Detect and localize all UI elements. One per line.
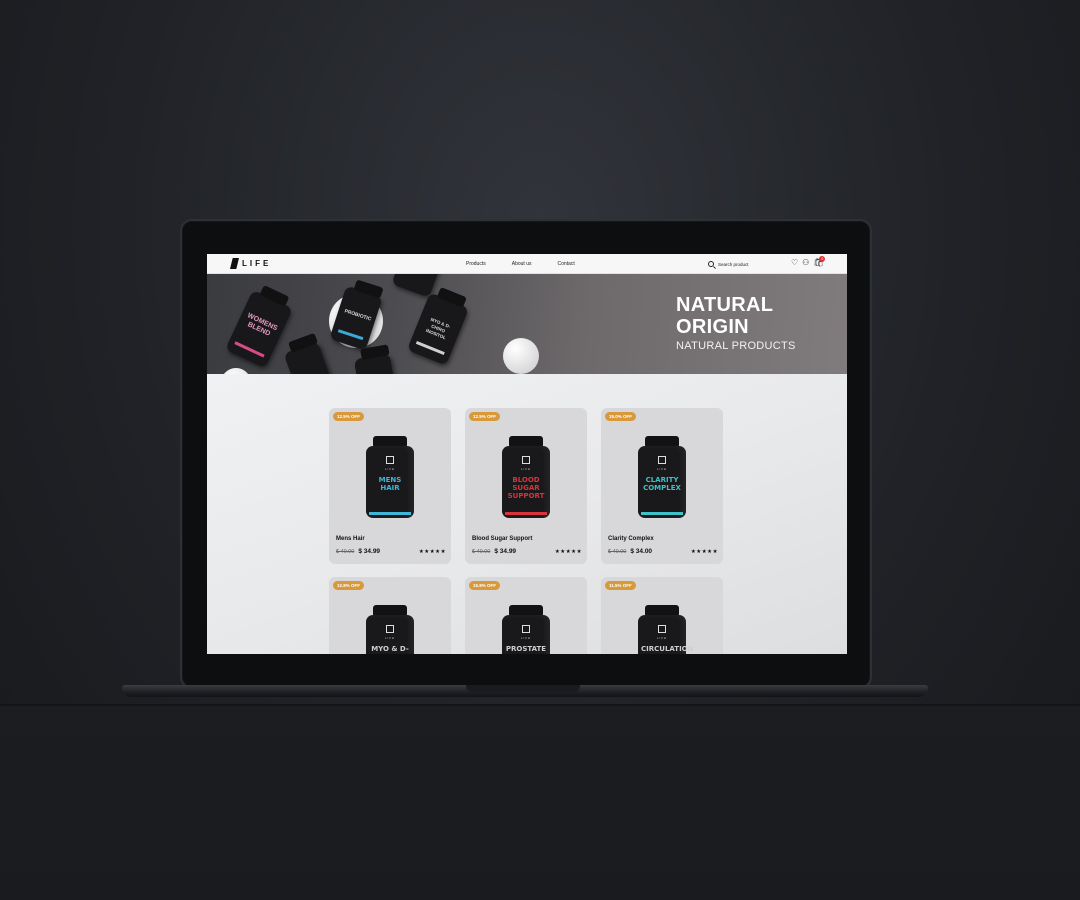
nav-links: Products About us Contact xyxy=(466,261,575,267)
current-price: $ 34.00 xyxy=(630,548,653,555)
product-card[interactable]: 12.5% OFF LIFE BLOOD SUGAR SUPPORT Blood… xyxy=(465,408,587,564)
hero-banner: WOMENS BLEND PROBIOTIC MYO & D-CHIRO INO… xyxy=(207,274,847,374)
hero-bottle-stripe xyxy=(234,341,265,358)
price-row: $ 40.00 $ 34.99 ★★★★★ xyxy=(472,548,582,555)
bottle-label: CIRCULATION xyxy=(641,645,694,653)
bottle-logo-icon xyxy=(386,456,394,464)
rating-stars: ★★★★★ xyxy=(690,548,718,555)
nav-link-about[interactable]: About us xyxy=(512,261,532,267)
cart-count-badge: 0 xyxy=(819,256,826,262)
hero-white-ball xyxy=(503,338,539,374)
logo-text: LIFE xyxy=(242,259,272,268)
discount-badge: 15.0% OFF xyxy=(605,412,637,421)
bottle-logo-icon xyxy=(522,456,530,464)
bottle-body: LIFE CIRCULATION xyxy=(638,615,694,654)
hero-title-line1: NATURAL xyxy=(676,294,774,316)
bottle-brand: LIFE xyxy=(384,636,396,640)
hero-bottle-stripe xyxy=(337,329,364,341)
bottle-brand: LIFE xyxy=(656,636,668,640)
price-row: $ 40.00 $ 34.99 ★★★★★ xyxy=(336,548,446,555)
nav-link-contact[interactable]: Contact xyxy=(557,261,574,267)
nav-link-products[interactable]: Products xyxy=(466,261,486,267)
user-icon[interactable]: ⚇ xyxy=(802,259,809,267)
bottle-brand: LIFE xyxy=(384,467,396,471)
bottle-brand: LIFE xyxy=(520,467,532,471)
discount-badge: 12.5% OFF xyxy=(469,412,501,421)
bottle-accent-stripe xyxy=(641,512,683,515)
product-bottle-image: LIFE BLOOD SUGAR SUPPORT xyxy=(502,436,550,518)
bottle-accent-stripe xyxy=(369,512,411,515)
current-price: $ 34.99 xyxy=(494,548,517,555)
bottle-brand: LIFE xyxy=(656,467,668,471)
price-row: $ 40.00 $ 34.00 ★★★★★ xyxy=(608,548,718,555)
discount-badge: 11.5% OFF xyxy=(605,581,636,590)
bottle-label: CLARITY COMPLEX xyxy=(643,476,681,492)
hero-title-line2: ORIGIN xyxy=(676,316,749,338)
old-price: $ 40.00 xyxy=(336,548,355,555)
bottle-logo-icon xyxy=(658,625,666,633)
logo-mark-icon xyxy=(230,258,239,269)
hero-title: NATURAL ORIGIN xyxy=(676,294,773,338)
bottle-label: MYO & D-CHIRO xyxy=(371,645,409,654)
current-price: $ 34.99 xyxy=(358,548,381,555)
old-price: $ 40.00 xyxy=(608,548,627,555)
bottle-accent-stripe xyxy=(505,512,547,515)
bottle-body: LIFE BLOOD SUGAR SUPPORT xyxy=(502,446,550,518)
discount-badge: 15.8% OFF xyxy=(469,581,501,590)
bottle-body: LIFE PROSTATE xyxy=(502,615,550,654)
shelf xyxy=(0,706,1080,900)
bottle-label: BLOOD SUGAR SUPPORT xyxy=(507,476,545,500)
bottle-label: MENS HAIR xyxy=(378,476,402,492)
product-bottle-image: LIFE MYO & D-CHIRO xyxy=(366,605,414,654)
bottle-body: LIFE MYO & D-CHIRO xyxy=(366,615,414,654)
bottle-logo-icon xyxy=(386,625,394,633)
product-bottle-image: LIFE MENS HAIR xyxy=(366,436,414,518)
product-name[interactable]: Clarity Complex xyxy=(608,536,654,542)
bottle-body: LIFE CLARITY COMPLEX xyxy=(638,446,686,518)
bottle-label: PROSTATE xyxy=(505,645,547,653)
product-bottle-image: LIFE PROSTATE xyxy=(502,605,550,654)
hero-bottle-womens: WOMENS BLEND xyxy=(225,289,293,369)
hero-bottle-label: PROBIOTIC xyxy=(343,308,372,323)
bottle-logo-icon xyxy=(522,625,530,633)
discount-badge: 12.8% OFF xyxy=(333,581,365,590)
search-icon[interactable] xyxy=(708,261,714,267)
hero-bottle-stripe xyxy=(415,340,445,356)
product-grid: 12.5% OFF LIFE MENS HAIR Mens Hair $ 40.… xyxy=(329,408,725,654)
laptop-screen: LIFE Products About us Contact Search pr… xyxy=(207,254,847,654)
laptop-notch xyxy=(466,685,580,692)
product-card[interactable]: 15.0% OFF LIFE CLARITY COMPLEX Clarity C… xyxy=(601,408,723,564)
heart-icon[interactable]: ♡ xyxy=(791,259,798,267)
hero-bottle-bottom xyxy=(353,353,397,374)
cart-icon[interactable]: 🛍 0 xyxy=(813,256,826,267)
hero-bottle-small xyxy=(283,341,335,374)
hero-bottle-label: MYO & D-CHIRO INOSITOL xyxy=(425,316,451,341)
hero-bottle-label: WOMENS BLEND xyxy=(246,312,279,338)
top-navbar: LIFE Products About us Contact Search pr… xyxy=(207,254,847,274)
bottle-brand: LIFE xyxy=(520,636,532,640)
hero-bottle-probiotic: PROBIOTIC xyxy=(329,285,383,351)
product-name[interactable]: Blood Sugar Support xyxy=(472,536,532,542)
discount-badge: 12.5% OFF xyxy=(333,412,365,421)
product-bottle-image: LIFE CIRCULATION xyxy=(638,605,694,654)
product-card[interactable]: 12.5% OFF LIFE MENS HAIR Mens Hair $ 40.… xyxy=(329,408,451,564)
product-name[interactable]: Mens Hair xyxy=(336,536,365,542)
rating-stars: ★★★★★ xyxy=(418,548,446,555)
old-price: $ 40.00 xyxy=(472,548,491,555)
bottle-logo-icon xyxy=(658,456,666,464)
hero-subtitle: NATURAL PRODUCTS xyxy=(676,340,796,352)
product-card[interactable]: 15.8% OFF LIFE PROSTATE xyxy=(465,577,587,654)
search-placeholder[interactable]: Search product xyxy=(718,262,749,267)
nav-icons: ♡ ⚇ 🛍 0 xyxy=(791,256,826,267)
hero-white-disk-small xyxy=(221,368,251,374)
product-bottle-image: LIFE CLARITY COMPLEX xyxy=(638,436,686,518)
product-card[interactable]: 11.5% OFF LIFE CIRCULATION xyxy=(601,577,723,654)
search-box[interactable]: Search product xyxy=(708,259,788,269)
rating-stars: ★★★★★ xyxy=(554,548,582,555)
bottle-body: LIFE MENS HAIR xyxy=(366,446,414,518)
brand-logo[interactable]: LIFE xyxy=(230,258,271,269)
product-card[interactable]: 12.8% OFF LIFE MYO & D-CHIRO xyxy=(329,577,451,654)
hero-bottle-myo: MYO & D-CHIRO INOSITOL xyxy=(406,292,470,366)
